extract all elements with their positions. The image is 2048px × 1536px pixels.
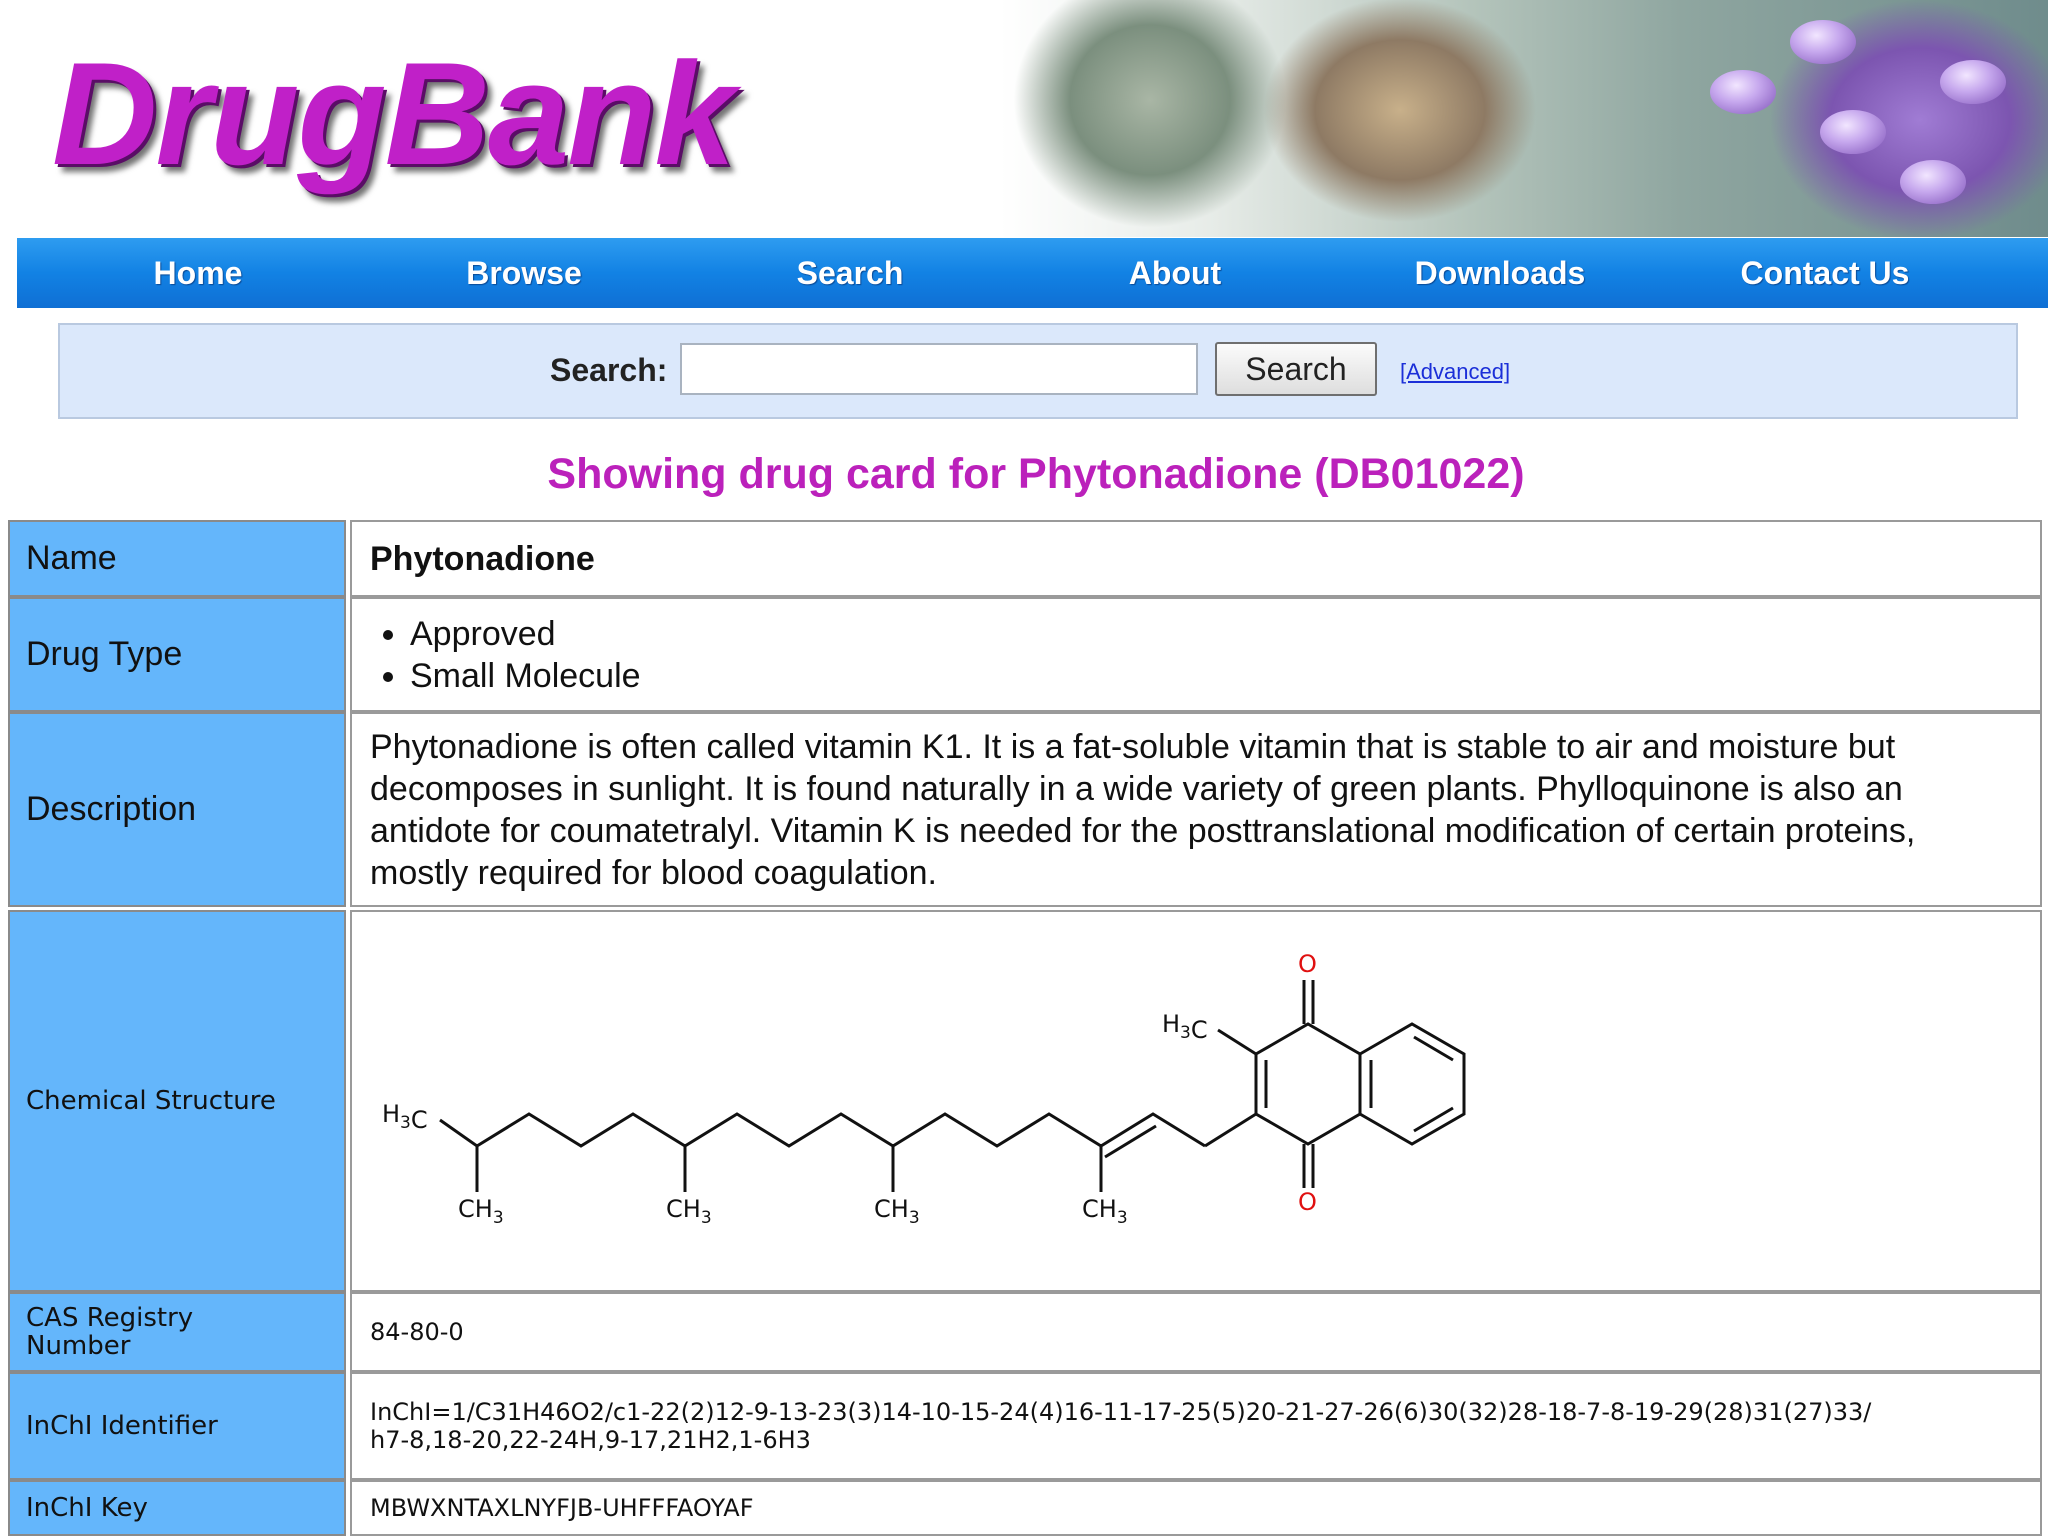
drug-type-label-cell: Drug Type — [8, 597, 346, 712]
methyl-label: H3C — [382, 1100, 428, 1134]
site-header: DrugBank — [0, 0, 2048, 237]
chemical-structure-diagram: H3C CH3 CH3 CH3 CH3 H3C O O — [382, 950, 1466, 1228]
drug-type-item: Small Molecule — [410, 655, 641, 697]
search-input[interactable] — [680, 343, 1198, 395]
name-label-cell: Name — [8, 520, 346, 597]
structure-bonds — [439, 980, 1466, 1192]
cas-value-cell: 84-80-0 — [350, 1292, 2042, 1372]
quinone-ring — [1254, 1022, 1362, 1146]
nav-about[interactable]: About — [1050, 238, 1300, 308]
row-inchi-key: InChI Key MBWXNTAXLNYFJB-UHFFFAOYAF — [8, 1480, 2042, 1536]
methyl-label: CH3 — [458, 1195, 504, 1228]
cas-number: 84-80-0 — [370, 1318, 464, 1346]
advanced-search-link[interactable]: [Advanced] — [1400, 359, 1510, 385]
description-text: Phytonadione is often called vitamin K1.… — [370, 727, 1916, 892]
inchi-identifier: InChI=1/C31H46O2/c1-22(2)12-9-13-23(3)14… — [370, 1398, 1872, 1454]
oxygen-label: O — [1298, 950, 1317, 978]
description-value-cell: Phytonadione is often called vitamin K1.… — [350, 712, 2042, 907]
side-chain-bond — [439, 1112, 1206, 1148]
inchi-key: MBWXNTAXLNYFJB-UHFFFAOYAF — [370, 1494, 754, 1522]
methyl-label: CH3 — [874, 1195, 920, 1228]
description-label: Description — [26, 790, 197, 828]
cas-label: CAS Registry Number — [26, 1303, 194, 1361]
search-label: Search: — [550, 352, 668, 388]
inchi-key-label-cell: InChI Key — [8, 1480, 346, 1536]
name-label: Name — [26, 539, 117, 577]
structure-label: Chemical Structure — [26, 1086, 276, 1116]
row-description: Description Phytonadione is often called… — [8, 712, 2042, 907]
row-chemical-structure: Chemical Structure H3C CH3 CH3 CH3 CH3 H… — [8, 910, 2042, 1292]
structure-label-cell: Chemical Structure — [8, 910, 346, 1292]
name-value-cell: Phytonadione — [350, 520, 2042, 597]
aromatic-bond — [1413, 1035, 1454, 1062]
nav-browse[interactable]: Browse — [399, 238, 649, 308]
drug-type-list: Approved Small Molecule — [370, 613, 641, 697]
inchi-label-cell: InChI Identifier — [8, 1372, 346, 1480]
methyl-label: CH3 — [1082, 1195, 1128, 1228]
methyl-bond — [1217, 1028, 1257, 1056]
inchi-key-label: InChI Key — [26, 1493, 148, 1523]
pill-icon — [1900, 160, 1966, 204]
description-label-cell: Description — [8, 712, 346, 907]
inchi-label: InChI Identifier — [26, 1411, 218, 1441]
methyl-label: CH3 — [666, 1195, 712, 1228]
pill-icon — [1790, 20, 1856, 64]
drug-type-label: Drug Type — [26, 635, 183, 673]
structure-value-cell: H3C CH3 CH3 CH3 CH3 H3C O O — [350, 910, 2042, 1292]
main-nav: Home Browse Search About Downloads Conta… — [17, 238, 2048, 308]
drug-name: Phytonadione — [370, 539, 595, 578]
ring-link-bond — [1204, 1112, 1257, 1148]
drug-type-item: Approved — [410, 613, 641, 655]
row-name: Name Phytonadione — [8, 520, 2042, 597]
banner-image — [1000, 0, 2048, 237]
nav-downloads[interactable]: Downloads — [1375, 238, 1625, 308]
drug-type-value-cell: Approved Small Molecule — [350, 597, 2042, 712]
drugbank-logo[interactable]: DrugBank — [52, 30, 736, 198]
benzene-ring — [1358, 1022, 1466, 1146]
row-inchi-identifier: InChI Identifier InChI=1/C31H46O2/c1-22(… — [8, 1372, 2042, 1480]
nav-home[interactable]: Home — [73, 238, 323, 308]
pill-icon — [1940, 60, 2006, 104]
search-panel: Search: Search [Advanced] — [58, 323, 2018, 419]
page-title: Showing drug card for Phytonadione (DB01… — [547, 450, 1525, 498]
inchi-value-cell: InChI=1/C31H46O2/c1-22(2)12-9-13-23(3)14… — [350, 1372, 2042, 1480]
row-cas-number: CAS Registry Number 84-80-0 — [8, 1292, 2042, 1372]
pill-icon — [1820, 110, 1886, 154]
row-drug-type: Drug Type Approved Small Molecule — [8, 597, 2042, 712]
oxygen-label: O — [1298, 1188, 1317, 1216]
aromatic-bond — [1413, 1106, 1454, 1133]
inchi-key-value-cell: MBWXNTAXLNYFJB-UHFFFAOYAF — [350, 1480, 2042, 1536]
cas-label-cell: CAS Registry Number — [8, 1292, 346, 1372]
nav-contact-us[interactable]: Contact Us — [1700, 238, 1950, 308]
double-bond — [1104, 1124, 1157, 1159]
nav-search[interactable]: Search — [725, 238, 975, 308]
search-button[interactable]: Search — [1215, 342, 1377, 396]
methyl-label: H3C — [1162, 1010, 1208, 1044]
pill-icon — [1710, 70, 1776, 114]
